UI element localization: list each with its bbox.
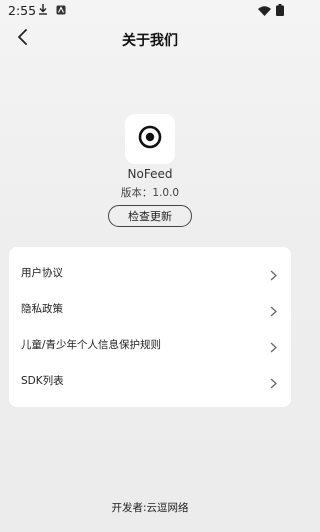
list-item-child-protection[interactable]: 儿童/青少年个人信息保护规则 <box>9 326 291 362</box>
status-bar: 2:55 <box>0 0 300 20</box>
app-logo <box>125 114 175 164</box>
app-name: NoFeed <box>127 167 173 181</box>
list-item-sdk-list[interactable]: SDK列表 <box>9 362 291 398</box>
list-item-label: 用户协议 <box>21 267 63 279</box>
app-version: 版本：1.0.0 <box>120 187 180 199</box>
chevron-right-icon <box>270 374 277 393</box>
developer-credit: 开发者:云逗网络 <box>111 502 189 514</box>
battery-icon <box>276 4 284 19</box>
chevron-right-icon <box>270 302 277 321</box>
chevron-right-icon <box>270 266 277 285</box>
target-circle-icon <box>138 125 162 153</box>
notification-icon <box>56 4 66 18</box>
check-update-button[interactable]: 检查更新 <box>108 205 192 227</box>
settings-card: 用户协议 隐私政策 儿童/青少年个人信息保护规则 SDK列表 <box>9 247 291 407</box>
page-title: 关于我们 <box>122 33 178 49</box>
wifi-icon <box>258 5 271 19</box>
list-item-privacy-policy[interactable]: 隐私政策 <box>9 290 291 326</box>
list-item-label: SDK列表 <box>21 375 64 387</box>
list-item-label: 隐私政策 <box>21 303 63 315</box>
list-item-user-agreement[interactable]: 用户协议 <box>9 254 291 290</box>
list-item-label: 儿童/青少年个人信息保护规则 <box>21 339 162 351</box>
status-time: 2:55 <box>8 3 37 18</box>
header: 关于我们 <box>0 22 300 56</box>
chevron-right-icon <box>270 338 277 357</box>
download-icon <box>38 4 48 18</box>
